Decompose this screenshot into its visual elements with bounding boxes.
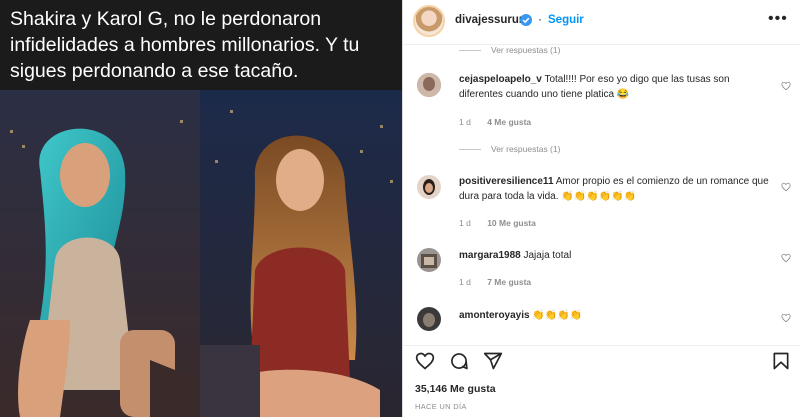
comment-heart-icon[interactable] — [781, 313, 791, 323]
comments-list[interactable]: Ver respuestas (1) cejaspeloapelo_v Tota… — [403, 45, 800, 345]
post-actions-bar — [403, 345, 800, 374]
comment-likes[interactable]: 7 Me gusta — [487, 277, 531, 287]
comment-text: amonteroyayis 👏👏👏👏 — [459, 308, 771, 323]
comment-body: Jajaja total — [523, 250, 572, 261]
post-media[interactable]: Shakira y Karol G, no le perdonaron infi… — [0, 0, 402, 417]
post-likes-count[interactable]: 35,146 Me gusta — [415, 383, 496, 395]
comment-username[interactable]: cejaspeloapelo_v — [459, 74, 542, 85]
image-caption-text: Shakira y Karol G, no le perdonaron infi… — [10, 8, 360, 82]
follow-button[interactable]: Seguir — [548, 14, 584, 26]
comment-likes[interactable]: 4 Me gusta — [487, 117, 531, 127]
comment-text: cejaspeloapelo_v Total!!!! Por eso yo di… — [459, 72, 759, 102]
comment-text: margara1988 Jajaja total — [459, 248, 771, 263]
view-replies-label: Ver respuestas (1) — [491, 45, 561, 55]
comment-username[interactable]: positiveresilience11 — [459, 176, 554, 187]
avatar-illustration — [417, 175, 441, 199]
comment-time: 1 d — [459, 218, 471, 228]
comment-username[interactable]: margara1988 — [459, 250, 521, 261]
header-separator: · — [538, 12, 542, 26]
comment-time: 1 d — [459, 277, 471, 287]
comment-likes[interactable]: 10 Me gusta — [487, 218, 536, 228]
comment-text: positiveresilience11 Amor propio es el c… — [459, 174, 771, 204]
comment-avatar[interactable] — [417, 248, 441, 272]
avatar-illustration — [417, 73, 441, 97]
comment-icon[interactable] — [449, 351, 469, 371]
avatar-illustration — [417, 307, 441, 331]
view-replies-label: Ver respuestas (1) — [491, 144, 561, 154]
bookmark-icon[interactable] — [771, 351, 791, 371]
replies-line — [459, 148, 481, 150]
heart-icon[interactable] — [415, 351, 435, 371]
comment-heart-icon[interactable] — [781, 81, 791, 91]
post-side-panel: divajessurum · Seguir ••• Ver respuestas… — [402, 0, 800, 417]
more-options-icon[interactable]: ••• — [768, 10, 788, 28]
comment-meta: 1 d 4 Me gusta — [459, 117, 545, 127]
replies-line — [459, 49, 481, 51]
photo-illustration — [0, 90, 402, 417]
comment-avatar[interactable] — [417, 73, 441, 97]
share-icon[interactable] — [483, 351, 503, 371]
comment-avatar[interactable] — [417, 307, 441, 331]
comment-meta: 1 d 10 Me gusta — [459, 218, 550, 228]
post-header: divajessurum · Seguir ••• — [403, 0, 800, 45]
view-replies-button[interactable]: Ver respuestas (1) — [459, 144, 560, 154]
avatar-illustration — [417, 248, 441, 272]
comment-meta: 1 d 7 Me gusta — [459, 277, 545, 287]
comment-avatar[interactable] — [417, 175, 441, 199]
comment-username[interactable]: amonteroyayis — [459, 310, 530, 321]
comment-heart-icon[interactable] — [781, 253, 791, 263]
caption-band: Shakira y Karol G, no le perdonaron infi… — [0, 0, 402, 90]
author-avatar[interactable] — [413, 5, 445, 37]
post-time-ago: HACE UN DÍA — [415, 402, 467, 411]
view-replies-button[interactable]: Ver respuestas (1) — [459, 45, 560, 55]
comment-body: 👏👏👏👏 — [532, 310, 583, 321]
comment-heart-icon[interactable] — [781, 182, 791, 192]
instagram-post: Shakira y Karol G, no le perdonaron infi… — [0, 0, 800, 417]
verified-badge-icon — [520, 14, 532, 26]
post-photo — [0, 90, 402, 417]
comment-time: 1 d — [459, 117, 471, 127]
